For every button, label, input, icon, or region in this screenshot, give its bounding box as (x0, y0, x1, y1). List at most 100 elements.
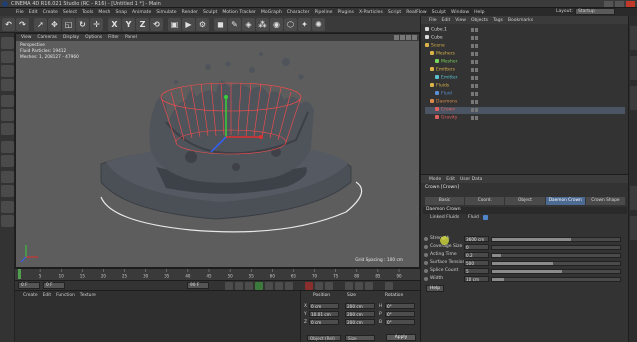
menu-item[interactable]: Animate (132, 10, 151, 15)
attribute-menu-item[interactable]: User Data (460, 177, 482, 182)
visibility-toggles[interactable] (471, 28, 479, 33)
apply-button[interactable]: Apply (386, 334, 416, 341)
coord-mode-select[interactable]: Object (Rel) (307, 335, 341, 341)
rot-p-field[interactable]: 0° (385, 311, 415, 317)
points-mode-icon[interactable] (1, 95, 14, 107)
pen-spline-icon[interactable]: ✎ (228, 18, 241, 31)
array-icon[interactable]: ⁂ (256, 18, 269, 31)
objects-tab[interactable] (630, 26, 637, 50)
timeline-settings-icon[interactable] (385, 282, 393, 290)
rot-b-field[interactable]: 0° (385, 319, 415, 325)
object-menu-item[interactable]: Tags (493, 18, 503, 23)
object-row[interactable]: Cube (425, 35, 625, 42)
next-frame-icon[interactable] (265, 282, 273, 290)
menu-item[interactable]: Plugins (337, 10, 353, 15)
attribute-tab[interactable]: Basic (425, 197, 465, 205)
visibility-toggles[interactable] (471, 36, 479, 41)
visibility-toggles[interactable] (471, 116, 479, 121)
enable-axis-icon[interactable] (1, 141, 14, 153)
orbit-icon[interactable] (406, 35, 411, 40)
attribute-menu-item[interactable]: Edit (446, 177, 455, 182)
texture-mode-icon[interactable] (1, 65, 14, 77)
menu-item[interactable]: Sculpt (203, 10, 217, 15)
object-menu-item[interactable]: Edit (442, 18, 451, 23)
record-icon[interactable] (305, 282, 313, 290)
rotation-key-icon[interactable] (365, 282, 373, 290)
menu-item[interactable]: Pipeline (314, 10, 332, 15)
attribute-tab[interactable]: Object (505, 197, 545, 205)
zoom-icon[interactable] (400, 35, 405, 40)
light-icon[interactable]: ✺ (312, 18, 325, 31)
param-slider[interactable] (491, 237, 621, 242)
param-animate-icon[interactable] (424, 237, 428, 241)
object-menu-item[interactable]: Objects (471, 18, 488, 23)
param-animate-icon[interactable] (424, 277, 428, 281)
axis-z-button[interactable]: Z (136, 18, 149, 31)
menu-item[interactable]: Tools (82, 10, 93, 15)
object-row[interactable]: Fluids (425, 83, 625, 90)
rot-h-field[interactable]: 0° (385, 303, 415, 309)
visibility-toggles[interactable] (471, 100, 479, 105)
timeline-ruler[interactable]: 051015202530354045505560657075808590 (15, 268, 420, 280)
object-row[interactable]: Meshers (425, 51, 625, 58)
menu-item[interactable]: Script (388, 10, 401, 15)
environment-icon[interactable]: ⬡ (284, 18, 297, 31)
param-value-field[interactable]: 5 (464, 268, 489, 274)
menu-item[interactable]: Edit (29, 10, 38, 15)
current-frame-field[interactable]: 0 F (43, 282, 65, 289)
viewport-menu-item[interactable]: Options (85, 35, 102, 40)
object-menu-item[interactable]: File (429, 18, 437, 23)
attribute-tab[interactable]: Coord. (465, 197, 505, 205)
param-slider[interactable] (491, 245, 621, 250)
maximize-button[interactable] (615, 1, 624, 7)
param-animate-icon[interactable] (424, 253, 428, 257)
snap-icon[interactable] (1, 171, 14, 183)
camera-icon[interactable]: ✦ (298, 18, 311, 31)
minimize-button[interactable] (604, 1, 613, 7)
move-tool-icon[interactable]: ✥ (48, 18, 61, 31)
object-row[interactable]: Fluid (425, 91, 625, 98)
scale-tool-icon[interactable]: ◱ (62, 18, 75, 31)
menu-item[interactable]: Simulate (156, 10, 176, 15)
previous-frame-icon[interactable] (245, 282, 253, 290)
3d-viewport[interactable]: View Cameras Display Options Filter Panel Per… (15, 33, 420, 268)
go-to-start-icon[interactable] (225, 282, 233, 290)
object-row[interactable]: Cube.1 (425, 27, 625, 34)
size-z-field[interactable]: 200 cm (345, 319, 375, 325)
menu-item[interactable]: Select (63, 10, 77, 15)
deformer-icon[interactable]: ◉ (270, 18, 283, 31)
make-editable-icon[interactable] (1, 37, 14, 49)
pos-z-field[interactable]: 0 cm (309, 319, 339, 325)
menu-item[interactable]: Character (287, 10, 310, 15)
help-button[interactable]: Help (426, 285, 444, 292)
next-key-icon[interactable] (275, 282, 283, 290)
visibility-toggles[interactable] (471, 92, 479, 97)
material-menu-item[interactable]: Texture (80, 293, 96, 298)
menu-item[interactable]: Mesh (98, 10, 110, 15)
viewport-menu-item[interactable]: Panel (125, 35, 137, 40)
planar-workplane-icon[interactable] (1, 215, 14, 227)
playhead[interactable] (18, 269, 21, 279)
attribute-tab[interactable]: Crown Shape (585, 197, 626, 205)
size-mode-select[interactable]: Size (345, 335, 375, 341)
size-y-field[interactable]: 200 cm (345, 311, 375, 317)
layout-select[interactable]: Startup (575, 8, 615, 15)
lock-workplane-icon[interactable] (1, 201, 14, 213)
visibility-toggles[interactable] (471, 68, 479, 73)
attributes-tab[interactable] (630, 186, 637, 210)
end-frame-field[interactable]: 90 F (187, 282, 209, 289)
viewport-menu-item[interactable]: View (21, 35, 31, 40)
start-frame-field[interactable]: 0 F (18, 282, 40, 289)
object-menu-item[interactable]: Bookmarks (508, 18, 533, 23)
previous-key-icon[interactable] (235, 282, 243, 290)
pos-x-field[interactable]: 0 cm (309, 303, 339, 309)
visibility-toggles[interactable] (471, 52, 479, 57)
param-value-field[interactable]: 0 (464, 244, 489, 250)
param-value-field[interactable]: 10 cm (464, 276, 489, 282)
menu-item[interactable]: MoGraph (261, 10, 282, 15)
visibility-toggles[interactable] (471, 44, 479, 49)
param-value-field[interactable]: 500 (464, 260, 489, 266)
menu-item[interactable]: Motion Tracker (222, 10, 256, 15)
axis-y-button[interactable]: Y (122, 18, 135, 31)
render-view-icon[interactable]: ▣ (168, 18, 181, 31)
